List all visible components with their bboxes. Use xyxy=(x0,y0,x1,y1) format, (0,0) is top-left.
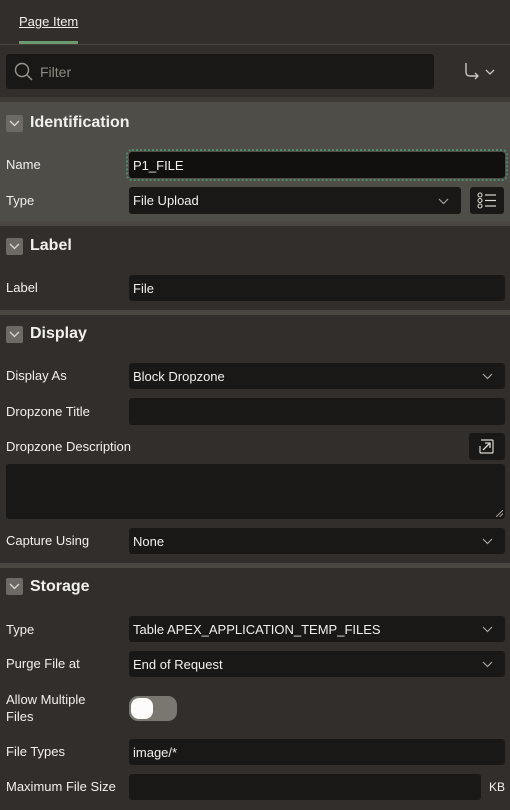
dropzone-title-label: Dropzone Title xyxy=(6,404,90,419)
go-to-group-icon xyxy=(465,63,479,80)
display-as-label: Display As xyxy=(6,368,67,383)
chevron-down-icon xyxy=(482,538,493,545)
storage-type-label: Type xyxy=(6,622,35,637)
go-to-group-button[interactable] xyxy=(460,61,500,83)
file-types-input[interactable]: image/* xyxy=(129,739,505,765)
section-header-label: Label xyxy=(0,226,510,266)
file-types-label: File Types xyxy=(6,744,66,759)
dropzone-description-label: Dropzone Description xyxy=(6,439,132,454)
toggle-knob xyxy=(131,698,153,719)
max-file-size-input[interactable] xyxy=(129,774,481,800)
type-select[interactable]: File Upload xyxy=(129,187,461,214)
filter-box xyxy=(6,54,434,89)
active-tab-indicator xyxy=(19,41,78,44)
chevron-down-icon xyxy=(485,69,495,75)
purge-file-label: Purge File at xyxy=(6,656,80,671)
chevron-down-icon xyxy=(438,198,449,204)
item-type-list-button[interactable] xyxy=(470,187,504,214)
expand-icon xyxy=(479,439,494,454)
max-file-size-label: Maximum File Size xyxy=(6,779,116,794)
allow-multiple-files-toggle[interactable] xyxy=(129,696,177,721)
chevron-down-icon xyxy=(482,626,493,633)
dropzone-description-textarea[interactable] xyxy=(6,464,505,519)
section-title: Display xyxy=(30,325,87,342)
collapse-button[interactable] xyxy=(6,578,23,595)
max-file-size-unit: KB xyxy=(489,780,506,794)
name-label: Name xyxy=(6,157,41,172)
name-input[interactable]: P1_FILE xyxy=(126,149,508,181)
list-icon xyxy=(477,192,496,209)
capture-using-value: None xyxy=(133,533,165,549)
storage-type-value: Table APEX_APPLICATION_TEMP_FILES xyxy=(133,621,381,637)
section-header-display: Display xyxy=(0,315,510,355)
search-icon xyxy=(14,62,34,87)
chevron-down-icon xyxy=(482,661,493,668)
allow-multiple-label-line1: Allow Multiple xyxy=(6,692,86,707)
tab-page-item[interactable]: Page Item xyxy=(19,14,78,29)
filter-input[interactable] xyxy=(40,54,420,89)
capture-using-label: Capture Using xyxy=(6,533,90,548)
display-as-select[interactable]: Block Dropzone xyxy=(129,363,505,389)
section-title: Identification xyxy=(30,114,130,131)
chevron-down-icon xyxy=(9,120,20,127)
label-label: Label xyxy=(6,280,38,295)
allow-multiple-label-line2: Files xyxy=(6,709,34,724)
display-as-value: Block Dropzone xyxy=(133,368,225,384)
collapse-button[interactable] xyxy=(6,238,23,255)
section-title: Label xyxy=(30,237,72,254)
expand-editor-button[interactable] xyxy=(469,433,505,460)
chevron-down-icon xyxy=(9,583,20,590)
purge-file-value: End of Request xyxy=(133,656,223,672)
chevron-down-icon xyxy=(9,331,20,338)
label-input[interactable]: File xyxy=(129,275,505,301)
section-header-storage: Storage xyxy=(0,568,510,608)
capture-using-select[interactable]: None xyxy=(129,528,505,554)
resize-handle-icon xyxy=(496,510,503,517)
section-title: Storage xyxy=(30,578,90,595)
collapse-button[interactable] xyxy=(6,115,23,132)
collapse-button[interactable] xyxy=(6,326,23,343)
tab-bar: Page Item xyxy=(0,0,510,45)
dropzone-title-input[interactable] xyxy=(129,398,505,425)
chevron-down-icon xyxy=(9,243,20,250)
section-header-identification: Identification xyxy=(0,102,510,142)
type-value: File Upload xyxy=(133,193,199,208)
chevron-down-icon xyxy=(482,373,493,380)
filter-row xyxy=(0,45,510,97)
type-label: Type xyxy=(6,193,35,208)
storage-type-select[interactable]: Table APEX_APPLICATION_TEMP_FILES xyxy=(129,616,505,642)
purge-file-select[interactable]: End of Request xyxy=(129,651,505,677)
